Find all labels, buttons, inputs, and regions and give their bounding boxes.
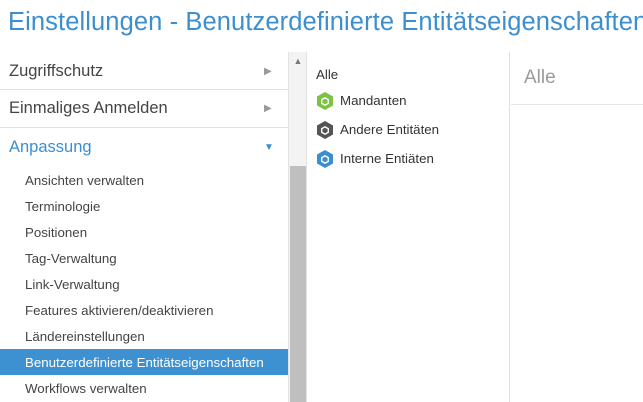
tree-item-label: Andere Entitäten xyxy=(340,122,440,137)
tree-list: Mandanten Andere Entitäten Interne Entiä… xyxy=(308,86,509,173)
sidebar-section-label: Einmaliges Anmelden xyxy=(9,99,168,117)
sidebar-item-ansichten-verwalten[interactable]: Ansichten verwalten xyxy=(0,167,288,193)
hexagon-green-icon xyxy=(316,91,334,111)
scrollbar-thumb[interactable] xyxy=(290,166,306,402)
sidebar-item-workflows-verwalten[interactable]: Workflows verwalten xyxy=(0,375,288,401)
sidebar-item-positionen[interactable]: Positionen xyxy=(0,219,288,245)
sidebar-item-laendereinstellungen[interactable]: Ländereinstellungen xyxy=(0,323,288,349)
sidebar-item-tag-verwaltung[interactable]: Tag-Verwaltung xyxy=(0,245,288,271)
tree-item-label: Interne Entiäten xyxy=(340,151,434,166)
sidebar-scrollbar[interactable]: ▲ xyxy=(289,52,307,402)
detail-title: Alle xyxy=(511,52,643,105)
hexagon-gray-icon xyxy=(316,120,334,140)
sidebar-section-label: Anpassung xyxy=(9,137,92,156)
sidebar-item-terminologie[interactable]: Terminologie xyxy=(0,193,288,219)
tree-item-label: Mandanten xyxy=(340,93,407,108)
page-title: Einstellungen - Benutzerdefinierte Entit… xyxy=(8,8,643,36)
detail-panel: Alle xyxy=(511,52,643,402)
settings-sidebar: Zugriffschutz ▶ Einmaliges Anmelden ▶ An… xyxy=(0,52,289,402)
sidebar-item-link-verwaltung[interactable]: Link-Verwaltung xyxy=(0,271,288,297)
tree-root-alle[interactable]: Alle xyxy=(308,67,509,85)
tree-item-mandanten[interactable]: Mandanten xyxy=(308,86,509,115)
scroll-up-arrow-icon[interactable]: ▲ xyxy=(289,55,307,67)
tree-item-interne-entitaeten[interactable]: Interne Entiäten xyxy=(308,144,509,173)
entity-tree-panel: Alle Mandanten Andere Entitäten Interne … xyxy=(308,52,510,402)
chevron-right-icon: ▶ xyxy=(264,103,272,114)
sidebar-section-einmaliges-anmelden[interactable]: Einmaliges Anmelden ▶ xyxy=(0,90,288,128)
chevron-right-icon: ▶ xyxy=(264,65,272,77)
sidebar-section-anpassung[interactable]: Anpassung ▼ xyxy=(0,128,288,166)
sidebar-section-label: Zugriffschutz xyxy=(9,61,104,80)
sidebar-section-zugriffschutz[interactable]: Zugriffschutz ▶ xyxy=(0,53,288,90)
tree-item-andere-entitaeten[interactable]: Andere Entitäten xyxy=(308,115,509,144)
chevron-down-icon: ▼ xyxy=(264,141,274,153)
sidebar-item-features[interactable]: Features aktivieren/deaktivieren xyxy=(0,297,288,323)
sidebar-item-benutzerdefinierte-entitaetseigenschaften[interactable]: Benutzerdefinierte Entitätseigenschaften xyxy=(0,349,288,375)
sidebar-sub-list: Ansichten verwalten Terminologie Positio… xyxy=(0,166,288,401)
hexagon-blue-icon xyxy=(316,149,334,169)
